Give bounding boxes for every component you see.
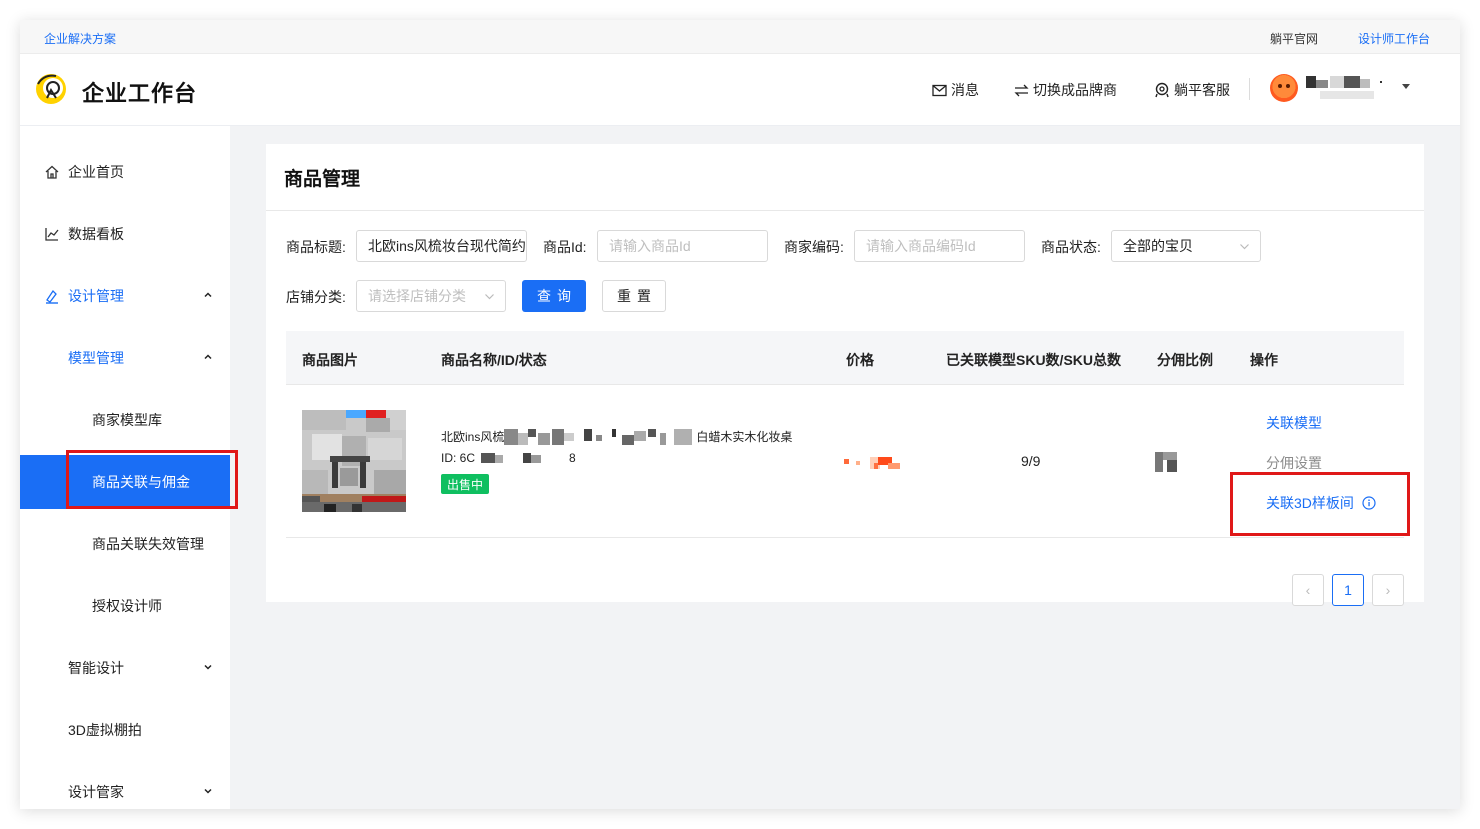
sidebar-item-3d-virtual-studio[interactable]: 3D虚拟棚拍 [20,703,230,757]
product-id: ID: 6C 8 [441,451,576,465]
customer-service-label: 躺平客服 [1174,82,1230,98]
switch-brand-button[interactable]: 切换成品牌商 [1014,80,1117,100]
chevron-down-icon [1240,244,1249,250]
header: 企业工作台 消息 切换成品牌商 躺平客服 [20,54,1460,126]
chart-icon [45,228,59,241]
reset-button[interactable]: 重置 [602,280,666,312]
sidebar-item-label: 授权设计师 [92,598,162,614]
product-name-blurred [504,428,693,445]
query-button[interactable]: 查询 [522,280,586,312]
highlight-box-action [1230,472,1410,536]
solutions-link[interactable]: 企业解决方案 [44,30,116,47]
messages-label: 消息 [951,82,979,98]
chevron-up-icon [204,354,212,360]
sidebar-item-merchant-model-library[interactable]: 商家模型库 [20,393,230,447]
sidebar-item-design-management[interactable]: 设计管理 [20,269,230,323]
product-image[interactable] [302,410,406,512]
sidebar-item-label: 商品关联失效管理 [92,536,204,552]
column-header: 价格 [846,352,874,368]
sidebar-item-design-butler[interactable]: 设计管家 [20,765,230,809]
switch-brand-label: 切换成品牌商 [1033,82,1117,98]
support-icon [1155,82,1169,98]
designer-workbench-link[interactable]: 设计师工作台 [1358,30,1430,47]
sidebar-item-label: 设计管理 [68,288,124,304]
messages-button[interactable]: 消息 [932,80,979,100]
product-id-blurred [481,453,542,463]
sidebar-item-dashboard[interactable]: 数据看板 [20,207,230,261]
design-icon [46,289,58,304]
id-filter-label: 商品Id: [543,239,587,255]
category-select-placeholder: 请选择店铺分类 [368,288,466,304]
product-name[interactable]: 北欧ins风梳 白蜡木实木化妆桌 [441,428,792,445]
header-divider [1249,78,1250,100]
sidebar-item-authorized-designers[interactable]: 授权设计师 [20,579,230,633]
product-id-prefix: ID: 6C [441,451,476,465]
product-management-card: 商品管理 商品标题: 北欧ins风梳妆台现代简约 商品Id: 请输入商品Id 商… [266,144,1424,606]
user-name-blurred[interactable] [1306,74,1382,102]
app-window: 企业解决方案 躺平官网 设计师工作台 企业工作台 消息 切换成品牌商 躺平客服 [20,20,1460,809]
title-filter-input[interactable]: 北欧ins风梳妆台现代简约 [356,230,527,262]
top-strip: 企业解决方案 躺平官网 设计师工作台 [20,20,1460,54]
price-blurred [844,457,900,469]
highlight-box-sidebar [66,450,238,509]
sidebar-item-label: 企业首页 [68,164,124,180]
status-select-value: 全部的宝贝 [1123,238,1193,254]
id-filter-input[interactable]: 请输入商品Id [597,230,768,262]
column-header: 商品名称/ID/状态 [441,352,547,368]
sidebar-item-smart-design[interactable]: 智能设计 [20,641,230,695]
sidebar-item-home[interactable]: 企业首页 [20,145,230,199]
sidebar-item-label: 模型管理 [68,350,124,366]
code-filter-label: 商家编码: [784,239,844,255]
column-header: 分佣比例 [1157,352,1213,368]
sidebar-item-model-management[interactable]: 模型管理 [20,331,230,385]
sidebar-item-label: 设计管家 [68,784,124,800]
chevron-down-icon [485,294,494,300]
brand-title: 企业工作台 [82,81,198,106]
code-filter-input[interactable]: 请输入商品编码Id [854,230,1025,262]
chevron-down-icon [204,664,212,670]
logo-icon [36,74,66,104]
product-name-suffix: 白蜡木实木化妆桌 [696,430,793,444]
switch-icon [1014,84,1029,96]
page-title: 商品管理 [284,169,361,190]
category-select[interactable]: 请选择店铺分类 [356,280,506,312]
pagination-prev-button[interactable]: ‹ [1292,574,1324,606]
status-badge: 出售中 [441,474,490,494]
commission-ratio-blurred [1155,452,1177,472]
table-header: 商品图片 商品名称/ID/状态 价格 已关联模型SKU数/SKU总数 分佣比例 … [286,331,1404,385]
mail-icon [932,84,947,96]
link-model-button[interactable]: 关联模型 [1266,413,1322,433]
status-select[interactable]: 全部的宝贝 [1111,230,1261,262]
pagination-page-button[interactable]: 1 [1332,574,1364,606]
column-header: 商品图片 [302,352,358,368]
customer-service-button[interactable]: 躺平客服 [1154,80,1230,100]
column-header: 已关联模型SKU数/SKU总数 [946,352,1122,368]
sidebar-item-label: 数据看板 [68,226,124,242]
column-header: 操作 [1250,352,1278,368]
chevron-up-icon [204,292,212,298]
sku-count: 9/9 [1021,453,1041,469]
divider [266,210,1424,211]
home-icon [45,165,59,179]
category-filter-label: 店铺分类: [286,289,346,305]
pagination-next-button[interactable]: › [1372,574,1404,606]
sidebar-item-label: 3D虚拟棚拍 [68,722,142,738]
commission-settings-button[interactable]: 分佣设置 [1266,453,1322,473]
official-site-link[interactable]: 躺平官网 [1270,30,1318,47]
sidebar-item-label: 智能设计 [68,660,124,676]
chevron-down-icon[interactable] [1402,84,1410,89]
sidebar-item-invalid-link-management[interactable]: 商品关联失效管理 [20,517,230,571]
avatar[interactable] [1270,74,1298,102]
status-filter-label: 商品状态: [1041,239,1101,255]
chevron-down-icon [204,788,212,794]
sidebar-item-label: 商家模型库 [92,412,162,428]
product-name-prefix: 北欧ins风梳 [441,430,505,444]
product-id-suffix: 8 [569,451,576,465]
title-filter-label: 商品标题: [286,239,346,255]
